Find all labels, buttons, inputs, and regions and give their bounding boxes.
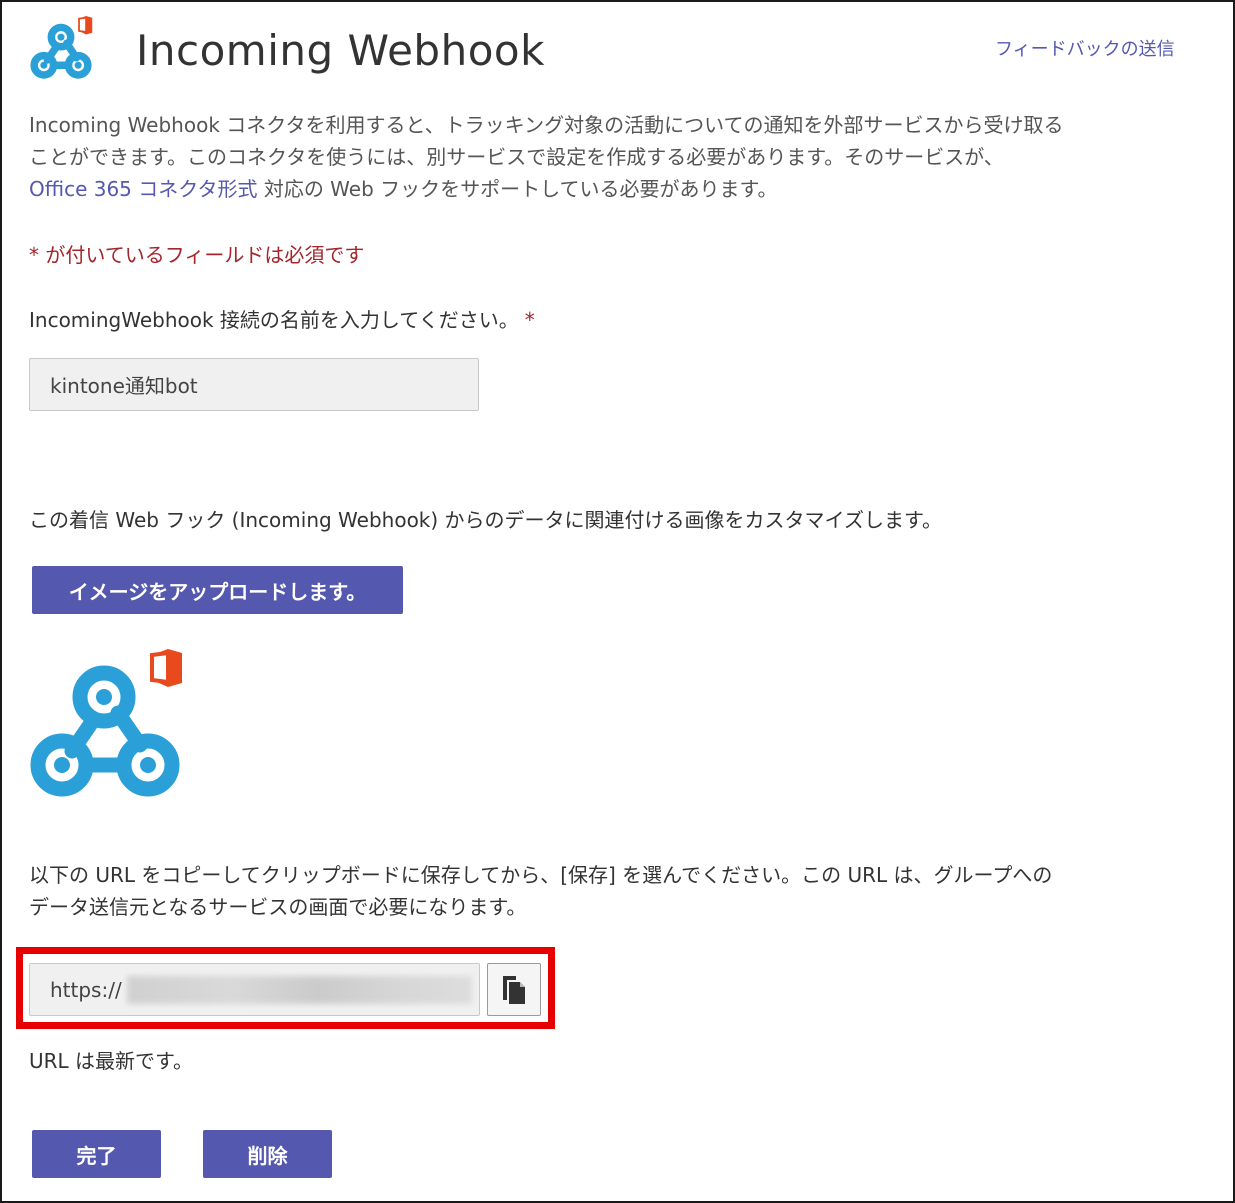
copy-icon bbox=[503, 975, 525, 1004]
required-fields-note: * が付いているフィールドは必須です bbox=[29, 243, 365, 267]
redacted-url-blur bbox=[127, 976, 472, 1004]
done-button[interactable]: 完了 bbox=[32, 1130, 161, 1178]
url-instructions-line-2: データ送信元となるサービスの画面で必要になります。 bbox=[29, 895, 527, 919]
connector-format-link[interactable]: Office 365 コネクタ形式 bbox=[29, 177, 257, 201]
webhook-logo-icon bbox=[30, 16, 93, 79]
connector-dialog: Incoming Webhook フィードバックの送信 Incoming Web… bbox=[0, 0, 1235, 1203]
connection-name-input[interactable] bbox=[29, 358, 479, 411]
upload-image-button[interactable]: イメージをアップロードします。 bbox=[32, 566, 403, 614]
required-star: * bbox=[524, 308, 535, 332]
delete-button[interactable]: 削除 bbox=[203, 1130, 332, 1178]
webhook-preview-image-icon bbox=[30, 649, 182, 797]
url-instructions: 以下の URL をコピーしてクリップボードに保存してから、[保存] を選んでくだ… bbox=[29, 859, 1199, 923]
url-status: URL は最新です。 bbox=[29, 1049, 194, 1073]
url-instructions-line-1: 以下の URL をコピーしてクリップボードに保存してから、[保存] を選んでくだ… bbox=[29, 863, 1053, 887]
description-line-3-rest: 対応の Web フックをサポートしている必要があります。 bbox=[257, 177, 778, 201]
connection-name-label: IncomingWebhook 接続の名前を入力してください。 * bbox=[29, 304, 535, 333]
description-line-1: Incoming Webhook コネクタを利用すると、トラッキング対象の活動に… bbox=[29, 113, 1064, 137]
connection-name-label-text: IncomingWebhook 接続の名前を入力してください。 bbox=[29, 308, 519, 332]
copy-url-button[interactable] bbox=[487, 963, 541, 1016]
description-line-3: Office 365 コネクタ形式 対応の Web フックをサポートしている必要… bbox=[29, 173, 1199, 205]
description-line-2: ことができます。このコネクタを使うには、別サービスで設定を作成する必要があります… bbox=[29, 145, 1004, 169]
feedback-link[interactable]: フィードバックの送信 bbox=[995, 35, 1175, 61]
page-title: Incoming Webhook bbox=[136, 26, 545, 75]
connector-description: Incoming Webhook コネクタを利用すると、トラッキング対象の活動に… bbox=[29, 109, 1199, 205]
customize-image-label: この着信 Web フック (Incoming Webhook) からのデータに関… bbox=[29, 508, 942, 532]
